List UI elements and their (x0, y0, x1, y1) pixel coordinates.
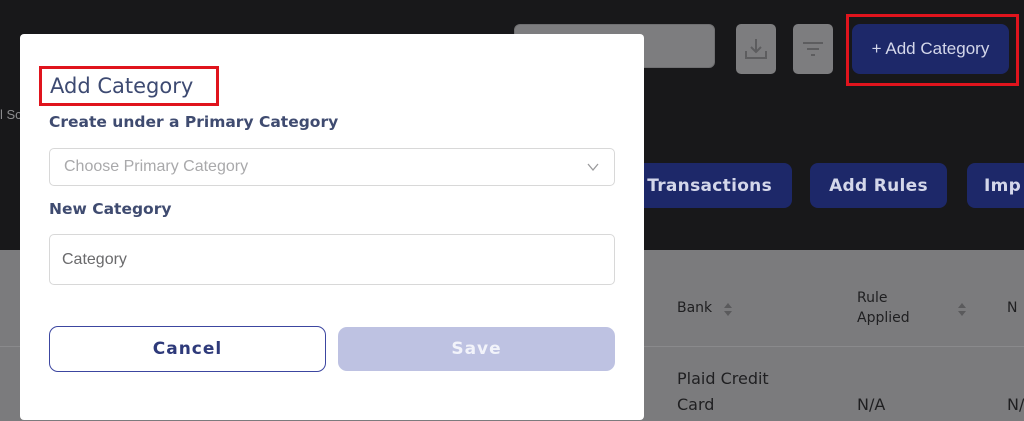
primary-category-label: Create under a Primary Category (49, 113, 339, 131)
column-header-rule-applied-line1[interactable]: Rule (857, 288, 887, 308)
chevron-down-icon (587, 163, 599, 172)
sort-icon[interactable] (957, 302, 967, 318)
primary-category-placeholder: Choose Primary Category (64, 158, 249, 175)
column-header-rule-applied-line2[interactable]: Applied (857, 308, 910, 328)
column-header-partial[interactable]: N (1007, 298, 1017, 318)
category-input-wrapper[interactable] (49, 234, 615, 285)
table-cell-partial: N/ (1007, 395, 1024, 414)
download-icon (745, 39, 767, 59)
save-button[interactable]: Save (338, 327, 615, 371)
download-button[interactable] (736, 24, 776, 74)
table-cell-rule-applied: N/A (857, 395, 886, 414)
add-category-button[interactable]: + Add Category (852, 24, 1009, 74)
add-category-modal: Add Category Create under a Primary Cate… (20, 34, 644, 420)
filter-button[interactable] (793, 24, 833, 74)
cancel-button[interactable]: Cancel (49, 326, 326, 372)
column-header-bank[interactable]: Bank (677, 298, 712, 318)
transactions-button[interactable]: Transactions (628, 163, 792, 208)
new-category-label: New Category (49, 200, 172, 218)
import-button[interactable]: Imp (967, 163, 1024, 208)
table-cell-bank-line1: Plaid Credit (677, 369, 769, 388)
category-input[interactable] (50, 235, 614, 284)
add-rules-button[interactable]: Add Rules (810, 163, 947, 208)
modal-title: Add Category (50, 74, 194, 98)
table-cell-bank-line2: Card (677, 395, 715, 414)
primary-category-select[interactable]: Choose Primary Category (49, 148, 615, 186)
filter-icon (803, 42, 823, 56)
sort-icon[interactable] (723, 302, 733, 318)
partial-header-text: l Sc (0, 107, 22, 122)
